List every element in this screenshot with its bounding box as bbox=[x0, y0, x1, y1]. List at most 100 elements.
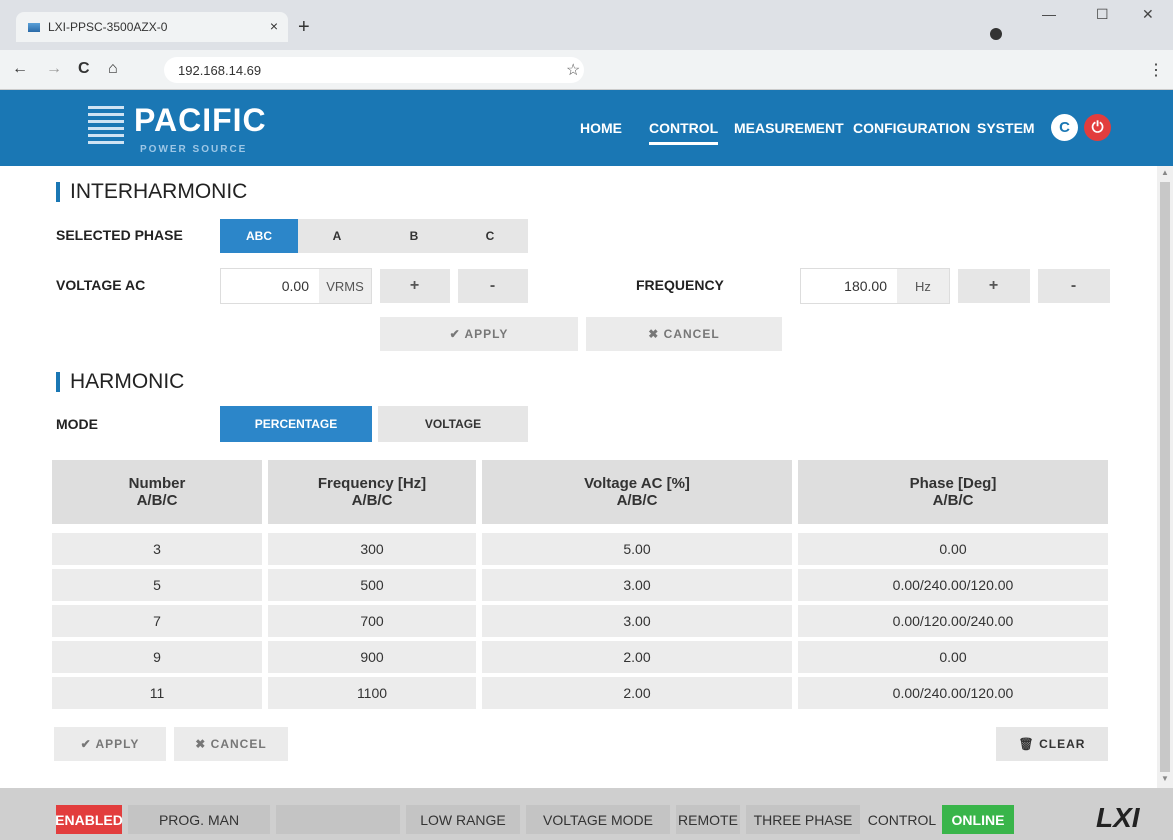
cell-voltage[interactable]: 2.00 bbox=[482, 641, 792, 673]
cell-voltage[interactable]: 2.00 bbox=[482, 677, 792, 709]
phase-abc-button[interactable]: ABC bbox=[220, 219, 298, 253]
clear-button[interactable]: 🗑 CLEAR bbox=[996, 727, 1108, 761]
column-header-line2: A/B/C bbox=[351, 492, 393, 509]
page-scrollbar[interactable]: ▲ ▼ bbox=[1157, 166, 1173, 788]
column-header-frequency: Frequency [Hz] A/B/C bbox=[268, 460, 476, 524]
browser-menu-icon[interactable]: ⋮ bbox=[1148, 60, 1164, 80]
nav-measurement[interactable]: MEASUREMENT bbox=[734, 120, 844, 136]
cell-phase[interactable]: 0.00/240.00/120.00 bbox=[798, 569, 1108, 601]
interharmonic-heading: INTERHARMONIC bbox=[56, 180, 247, 204]
cell-number[interactable]: 5 bbox=[52, 569, 262, 601]
status-control: CONTROL bbox=[867, 811, 937, 828]
status-enabled: ENABLED bbox=[55, 805, 123, 834]
cell-phase[interactable]: 0.00/120.00/240.00 bbox=[798, 605, 1108, 637]
cell-number[interactable]: 3 bbox=[52, 533, 262, 565]
phase-b-button[interactable]: B bbox=[376, 219, 452, 253]
profile-icon[interactable] bbox=[990, 28, 1002, 40]
tab-close-icon[interactable]: × bbox=[270, 18, 278, 34]
cell-frequency[interactable]: 300 bbox=[268, 533, 476, 565]
browser-tab[interactable]: LXI-PPSC-3500AZX-0 × bbox=[16, 12, 288, 42]
voltage-plus-button[interactable]: + bbox=[380, 269, 450, 303]
frequency-minus-button[interactable]: - bbox=[1038, 269, 1110, 303]
maximize-icon[interactable]: ☐ bbox=[1096, 6, 1109, 23]
main-content: INTERHARMONIC SELECTED PHASE ABC A B C V… bbox=[0, 166, 1173, 788]
browser-tabstrip: LXI-PPSC-3500AZX-0 × + — ☐ ✕ bbox=[0, 0, 1173, 50]
window-close-icon[interactable]: ✕ bbox=[1142, 6, 1154, 23]
cell-number[interactable]: 11 bbox=[52, 677, 262, 709]
browser-toolbar: ← → C ⌂ 192.168.14.69 ☆ ⋮ bbox=[0, 50, 1173, 90]
lxi-logo: LXI bbox=[1096, 802, 1140, 833]
column-header-line1: Voltage AC [%] bbox=[584, 475, 690, 492]
interharmonic-cancel-button[interactable]: ✖ CANCEL bbox=[586, 317, 782, 351]
logo-title: PACIFIC bbox=[134, 102, 267, 138]
cell-number[interactable]: 9 bbox=[52, 641, 262, 673]
voltage-minus-button[interactable]: - bbox=[458, 269, 528, 303]
cell-voltage[interactable]: 3.00 bbox=[482, 569, 792, 601]
column-header-voltage: Voltage AC [%] A/B/C bbox=[482, 460, 792, 524]
app-header: PACIFIC POWER SOURCE HOME CONTROL MEASUR… bbox=[0, 90, 1173, 166]
status-bar: ENABLED PROG. MAN LOW RANGE VOLTAGE MODE… bbox=[0, 788, 1173, 840]
cell-frequency[interactable]: 700 bbox=[268, 605, 476, 637]
bookmark-star-icon[interactable]: ☆ bbox=[566, 60, 580, 80]
frequency-field[interactable]: 180.00 Hz bbox=[800, 268, 950, 304]
status-range: LOW RANGE bbox=[406, 805, 520, 834]
back-icon[interactable]: ← bbox=[12, 60, 28, 78]
cell-number[interactable]: 7 bbox=[52, 605, 262, 637]
status-remote: REMOTE bbox=[676, 805, 740, 834]
logo-subtitle: POWER SOURCE bbox=[140, 144, 248, 155]
column-header-line2: A/B/C bbox=[932, 492, 974, 509]
power-button[interactable]: ⏻ bbox=[1084, 114, 1111, 141]
home-icon[interactable]: ⌂ bbox=[108, 60, 118, 78]
harmonic-cancel-button[interactable]: ✖ CANCEL bbox=[174, 727, 288, 761]
cell-frequency[interactable]: 500 bbox=[268, 569, 476, 601]
scroll-down-icon[interactable]: ▼ bbox=[1161, 774, 1169, 783]
voltage-ac-field[interactable]: 0.00 VRMS bbox=[220, 268, 372, 304]
mode-percentage-button[interactable]: PERCENTAGE bbox=[220, 406, 372, 442]
reload-icon[interactable]: C bbox=[78, 60, 90, 78]
cell-phase[interactable]: 0.00/240.00/120.00 bbox=[798, 677, 1108, 709]
harmonic-apply-button[interactable]: ✔ APPLY bbox=[54, 727, 166, 761]
status-mode: VOLTAGE MODE bbox=[526, 805, 670, 834]
harmonic-heading: HARMONIC bbox=[56, 370, 184, 394]
cell-phase[interactable]: 0.00 bbox=[798, 533, 1108, 565]
phase-c-button[interactable]: C bbox=[452, 219, 528, 253]
new-tab-icon[interactable]: + bbox=[298, 16, 310, 39]
harmonic-title: HARMONIC bbox=[70, 370, 185, 393]
nav-home[interactable]: HOME bbox=[580, 120, 622, 136]
refresh-icon: C bbox=[1059, 119, 1070, 136]
logo-stripes-icon bbox=[88, 106, 124, 148]
frequency-unit: Hz bbox=[897, 269, 949, 303]
cell-voltage[interactable]: 3.00 bbox=[482, 605, 792, 637]
minimize-icon[interactable]: — bbox=[1042, 6, 1056, 22]
address-url: 192.168.14.69 bbox=[178, 62, 262, 78]
frequency-value: 180.00 bbox=[844, 278, 887, 294]
column-header-line1: Number bbox=[128, 475, 186, 492]
nav-system[interactable]: SYSTEM bbox=[977, 120, 1035, 136]
forward-icon[interactable]: → bbox=[46, 60, 62, 78]
scroll-up-icon[interactable]: ▲ bbox=[1161, 168, 1169, 177]
status-blank bbox=[276, 805, 400, 834]
cell-frequency[interactable]: 1100 bbox=[268, 677, 476, 709]
refresh-button[interactable]: C bbox=[1051, 114, 1078, 141]
mode-label: MODE bbox=[56, 416, 98, 432]
voltage-ac-value: 0.00 bbox=[281, 278, 309, 294]
phase-a-button[interactable]: A bbox=[298, 219, 376, 253]
interharmonic-apply-button[interactable]: ✔ APPLY bbox=[380, 317, 578, 351]
address-bar[interactable]: 192.168.14.69 bbox=[164, 57, 584, 83]
heading-bar bbox=[56, 182, 60, 202]
frequency-plus-button[interactable]: + bbox=[958, 269, 1030, 303]
power-icon: ⏻ bbox=[1091, 119, 1104, 136]
mode-voltage-button[interactable]: VOLTAGE bbox=[378, 406, 528, 442]
cell-voltage[interactable]: 5.00 bbox=[482, 533, 792, 565]
favicon-icon bbox=[28, 22, 40, 32]
nav-control[interactable]: CONTROL bbox=[649, 120, 719, 145]
nav-configuration[interactable]: CONFIGURATION bbox=[853, 120, 970, 136]
heading-bar bbox=[56, 372, 60, 392]
voltage-ac-label: VOLTAGE AC bbox=[56, 277, 146, 293]
cell-frequency[interactable]: 900 bbox=[268, 641, 476, 673]
cell-phase[interactable]: 0.00 bbox=[798, 641, 1108, 673]
scrollbar-thumb[interactable] bbox=[1160, 182, 1170, 772]
pacific-logo[interactable]: PACIFIC POWER SOURCE bbox=[88, 100, 278, 158]
status-phase: THREE PHASE bbox=[746, 805, 860, 834]
frequency-label: FREQUENCY bbox=[636, 277, 724, 293]
